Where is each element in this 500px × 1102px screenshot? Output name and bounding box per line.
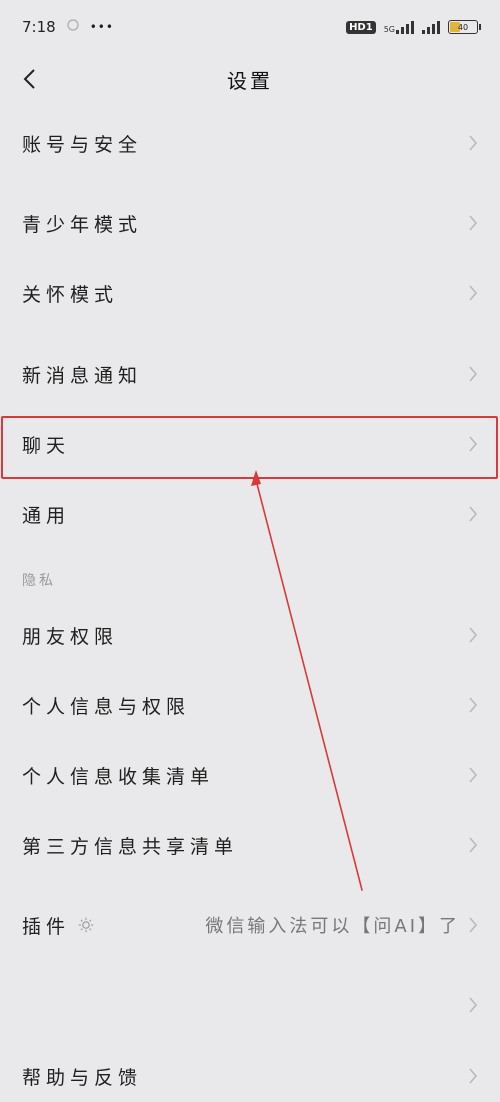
row-label: 青少年模式 — [22, 213, 143, 236]
row-label: 关怀模式 — [22, 283, 119, 306]
row-teen-mode[interactable]: 青少年模式 — [0, 193, 500, 253]
sync-icon — [66, 18, 80, 36]
row-label: 聊天 — [22, 434, 71, 457]
plugins-value: 微信输入法可以【问AI】了 — [205, 916, 460, 937]
row-label: 通用 — [22, 504, 71, 527]
row-third-party-sharing[interactable]: 第三方信息共享清单 — [0, 815, 500, 875]
page-title: 设置 — [227, 68, 273, 93]
row-label: 新消息通知 — [22, 364, 143, 387]
row-label: 朋友权限 — [22, 625, 119, 648]
row-help-feedback[interactable]: 帮助与反馈 — [0, 1046, 500, 1102]
row-friend-permissions[interactable]: 朋友权限 — [0, 605, 500, 665]
row-new-message-notify[interactable]: 新消息通知 — [0, 344, 500, 404]
row-chat[interactable]: 聊天 — [0, 414, 500, 474]
back-button[interactable] — [14, 64, 44, 94]
chevron-right-icon — [466, 434, 480, 454]
chevron-right-icon — [466, 995, 480, 1015]
row-account-security[interactable]: 账号与安全 — [0, 113, 500, 173]
sun-icon — [78, 917, 94, 933]
chevron-right-icon — [466, 1066, 480, 1086]
chevron-right-icon — [466, 364, 480, 384]
chevron-right-icon — [466, 915, 480, 935]
row-personal-info-permissions[interactable]: 个人信息与权限 — [0, 675, 500, 735]
row-label: 个人信息收集清单 — [22, 765, 215, 788]
row-label: 个人信息与权限 — [22, 695, 191, 718]
row-plugins[interactable]: 插件 微信输入法可以【问AI】了 — [0, 895, 500, 955]
chevron-right-icon — [466, 504, 480, 524]
section-label-privacy: 隐私 — [22, 573, 56, 589]
row-label: 插件 — [22, 915, 71, 938]
signal-icon-secondary — [422, 20, 440, 34]
row-empty[interactable] — [0, 975, 500, 1035]
row-label: 第三方信息共享清单 — [22, 835, 239, 858]
chevron-right-icon — [466, 835, 480, 855]
row-care-mode[interactable]: 关怀模式 — [0, 263, 500, 323]
row-label: 帮助与反馈 — [22, 1066, 143, 1089]
hd-badge: HD1 — [346, 20, 376, 34]
nav-bar: 设置 — [0, 54, 500, 104]
chevron-right-icon — [466, 133, 480, 153]
row-personal-info-collection[interactable]: 个人信息收集清单 — [0, 745, 500, 805]
chevron-right-icon — [466, 625, 480, 645]
signal-icon: 5G — [384, 20, 414, 34]
chevron-right-icon — [466, 283, 480, 303]
chevron-left-icon — [23, 69, 35, 89]
row-general[interactable]: 通用 — [0, 484, 500, 544]
chevron-right-icon — [466, 765, 480, 785]
chevron-right-icon — [466, 695, 480, 715]
battery-level: 40 — [457, 22, 469, 32]
status-more: ••• — [89, 20, 114, 34]
chevron-right-icon — [466, 213, 480, 233]
row-label: 账号与安全 — [22, 133, 143, 156]
status-bar: 7:18 ••• HD1 5G 40 — [0, 0, 500, 54]
battery-icon: 40 — [448, 20, 481, 34]
status-time: 7:18 — [22, 18, 56, 36]
network-label: 5G — [383, 25, 395, 34]
